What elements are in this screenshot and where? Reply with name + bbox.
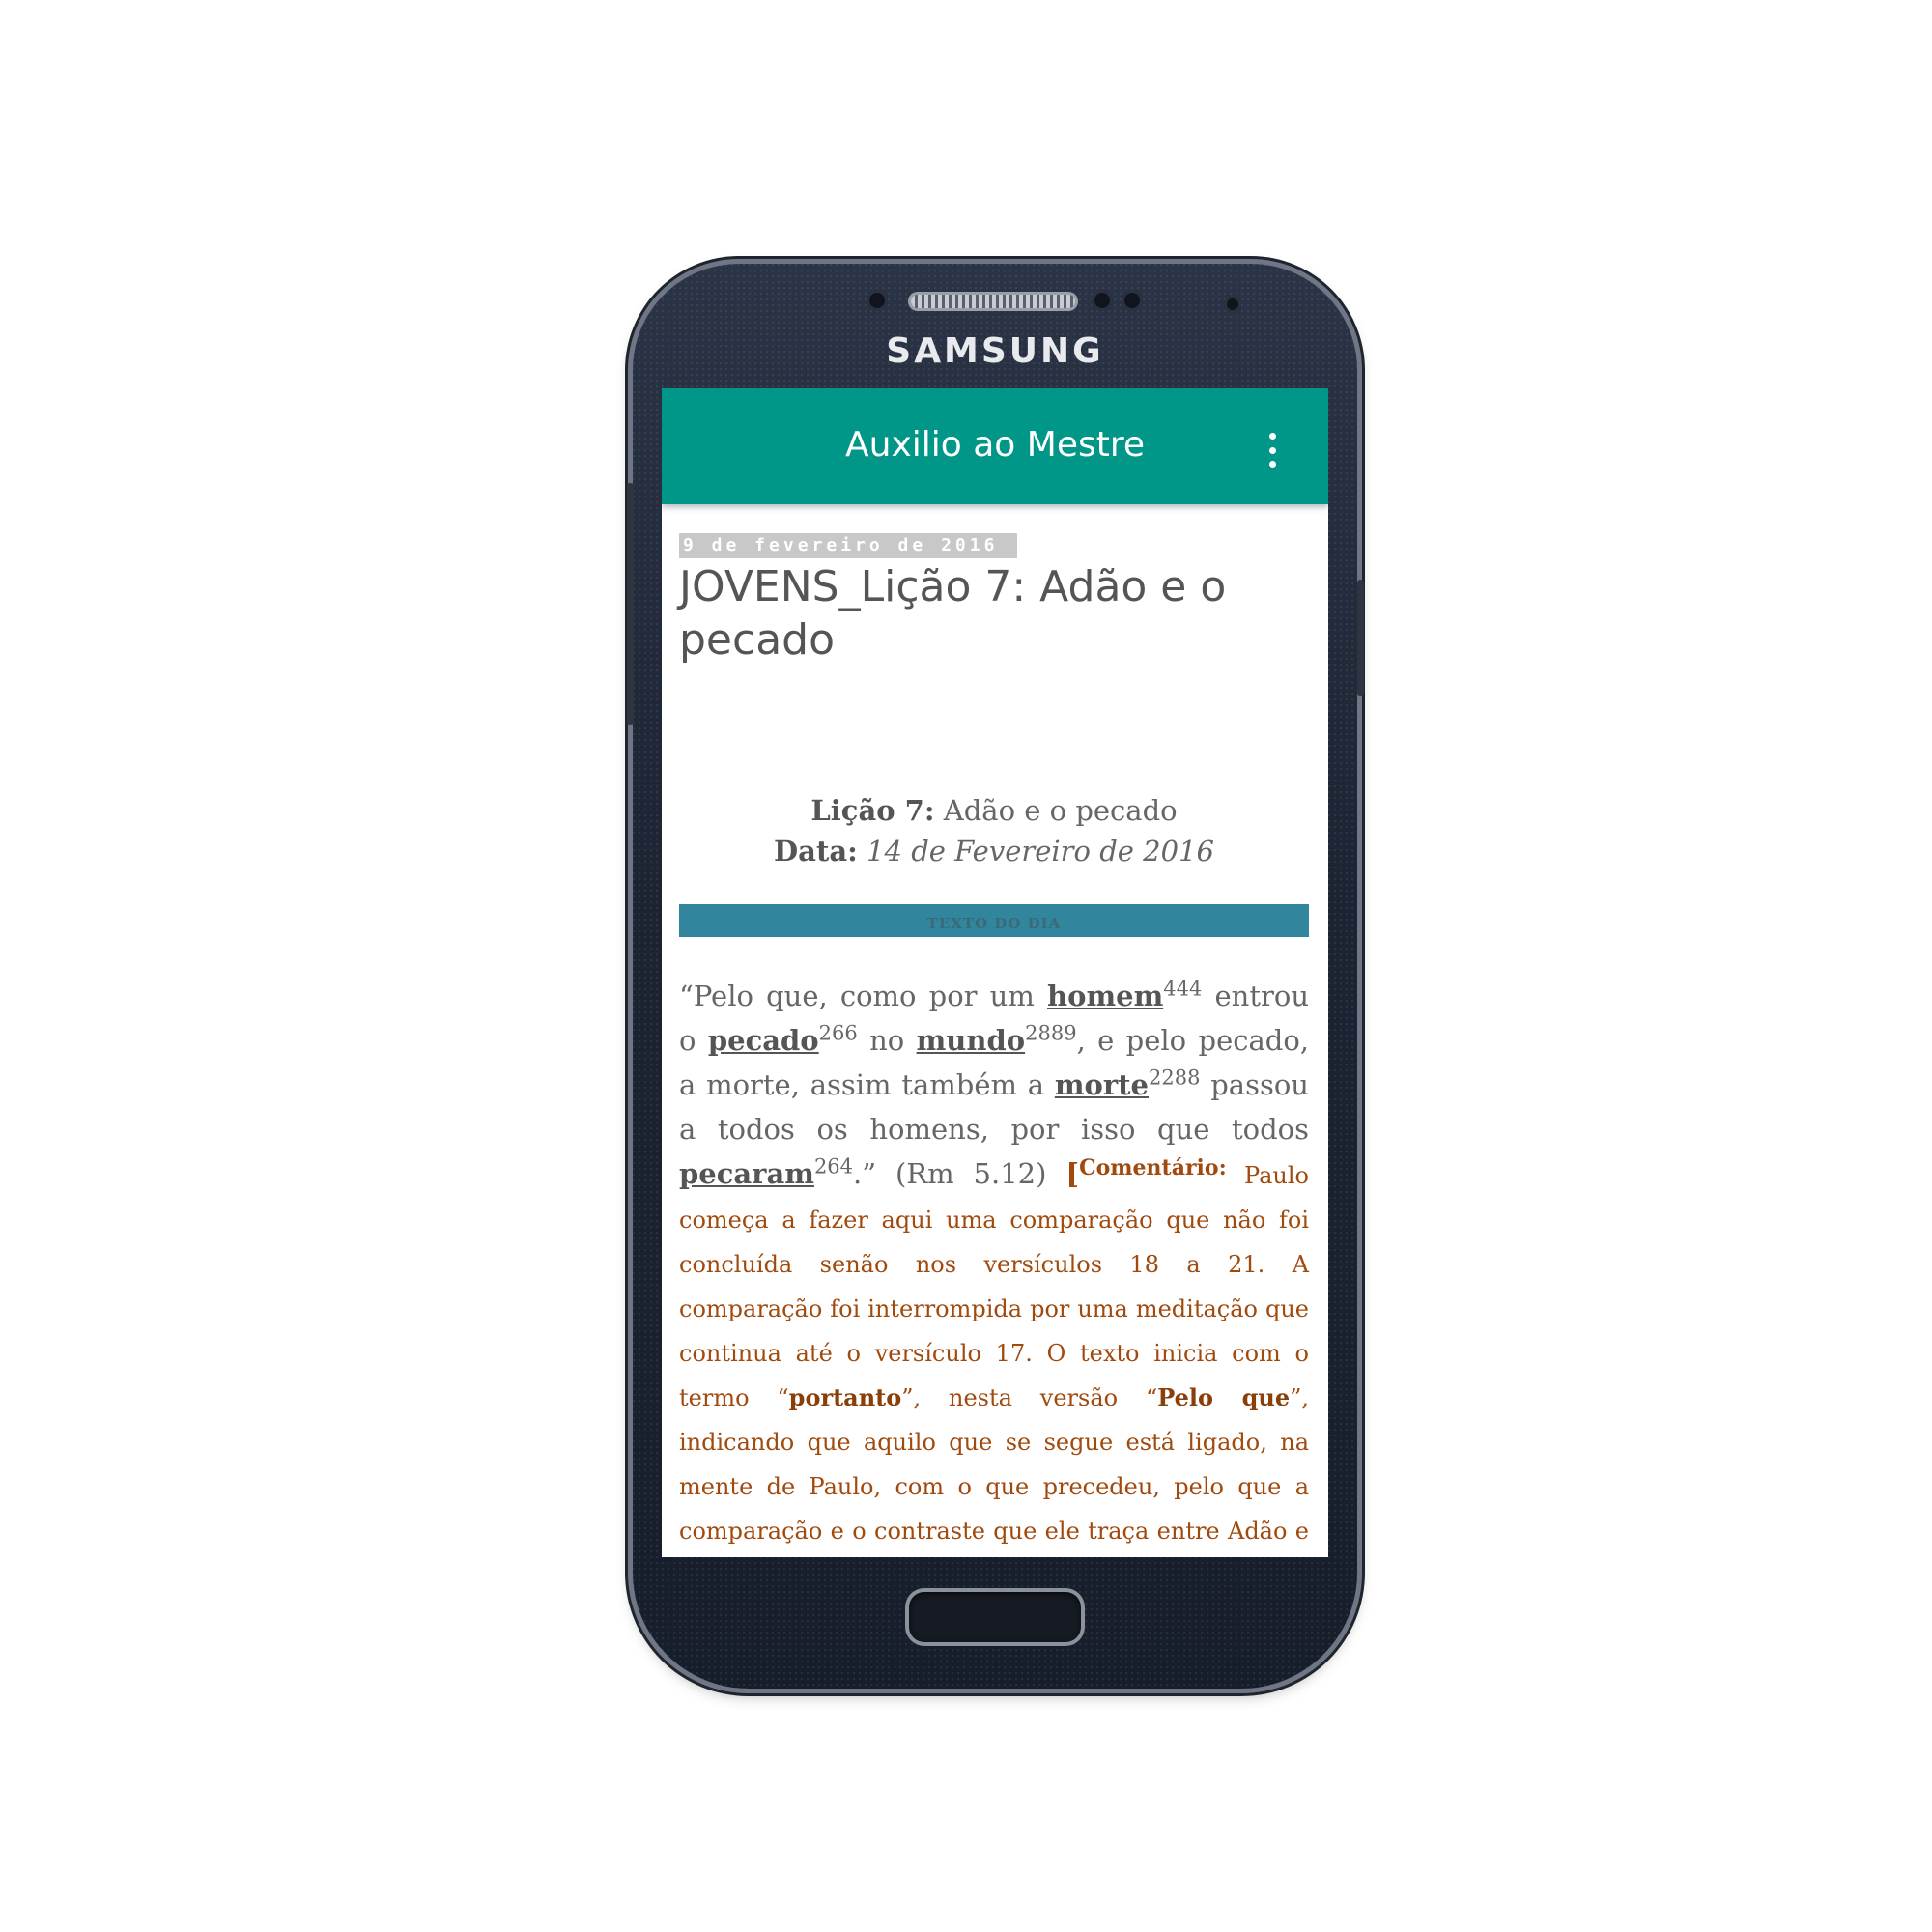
home-button[interactable] (909, 1592, 1081, 1642)
post-content: 9 de fevereiro de 2016 JOVENS_Lição 7: A… (679, 533, 1309, 1557)
verse-paragraph: “Pelo que, como por um homem444 entrou o… (679, 974, 1309, 1557)
post-date: 9 de fevereiro de 2016 (679, 533, 1018, 558)
commentary-text: [Comentário: Paulo começa a fazer aqui u… (679, 1155, 1310, 1545)
lesson-meta: Lição 7: Adão e o pecado Data: 14 de Fev… (679, 790, 1309, 871)
front-camera-icon (1224, 296, 1241, 313)
app-title: Auxilio ao Mestre (845, 425, 1145, 465)
date-label: Data: (774, 835, 858, 867)
strong-word-link[interactable]: homem (1047, 980, 1163, 1012)
strong-word-link[interactable]: pecado (708, 1024, 819, 1057)
post-title[interactable]: JOVENS_Lição 7: Adão e o pecado (679, 560, 1309, 667)
app-screen: Auxilio ao Mestre 9 de fevereiro de 2016… (662, 388, 1328, 1557)
lesson-value: Adão e o pecado (934, 794, 1178, 827)
strong-word-link[interactable]: morte (1055, 1068, 1149, 1101)
volume-key[interactable] (627, 483, 634, 724)
strong-word-link[interactable]: mundo (917, 1024, 1025, 1057)
more-vert-icon[interactable] (1263, 433, 1282, 468)
proximity-sensor (867, 290, 888, 311)
light-sensor (1092, 290, 1113, 311)
app-bar: Auxilio ao Mestre (662, 388, 1328, 504)
power-key[interactable] (1357, 580, 1364, 696)
strong-word-link[interactable]: pecaram (679, 1157, 814, 1190)
earpiece-speaker (911, 295, 1075, 308)
light-sensor-2 (1122, 290, 1143, 311)
section-header-bar: TEXTO DO DIA (679, 904, 1309, 937)
brand-logo: SAMSUNG (886, 331, 1104, 371)
date-value: 14 de Fevereiro de 2016 (857, 835, 1214, 867)
lesson-label: Lição 7: (810, 794, 935, 827)
